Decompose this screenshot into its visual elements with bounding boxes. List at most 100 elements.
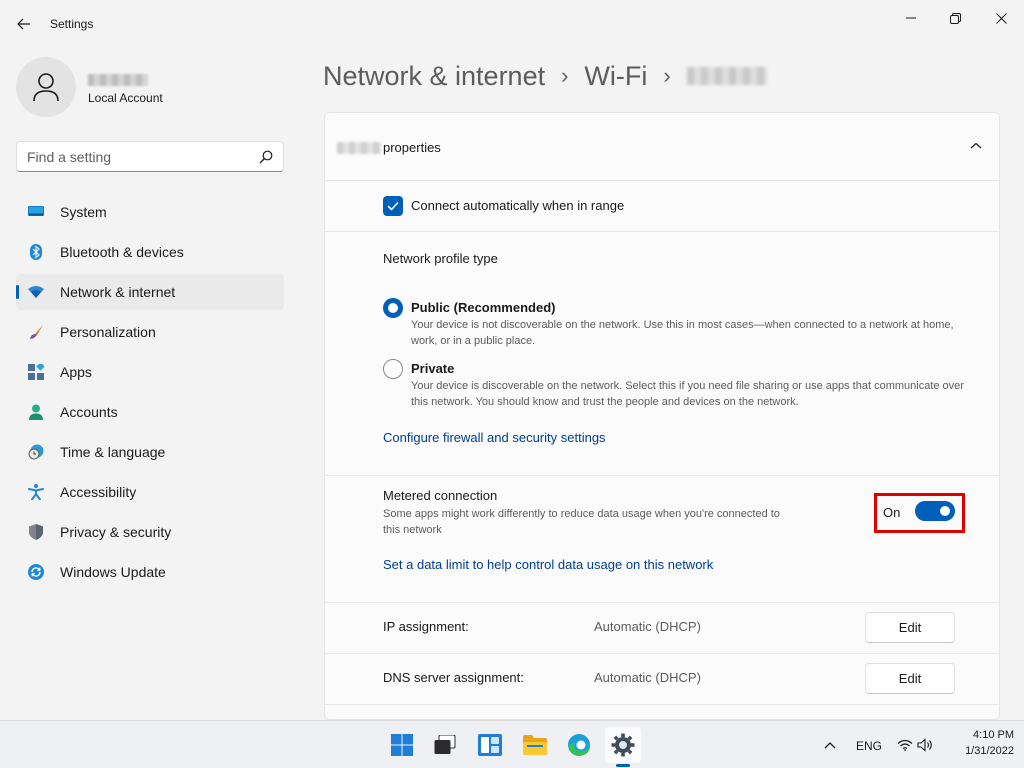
sidebar-item-label: Network & internet xyxy=(60,284,176,300)
title-bar: Settings xyxy=(0,0,1024,48)
search-input[interactable] xyxy=(17,142,252,171)
breadcrumb-network-internet[interactable]: Network & internet xyxy=(323,61,545,92)
avatar[interactable] xyxy=(16,57,76,117)
app-title: Settings xyxy=(50,17,94,31)
search-icon[interactable] xyxy=(259,150,273,164)
sidebar-item-label: System xyxy=(60,204,107,220)
network-name-redacted xyxy=(337,142,381,154)
task-view-icon xyxy=(434,735,456,754)
firewall-settings-link[interactable]: Configure firewall and security settings xyxy=(383,430,606,445)
quick-settings-button[interactable] xyxy=(892,727,938,763)
sidebar-item-windows-update[interactable]: Windows Update xyxy=(16,554,284,590)
close-button[interactable] xyxy=(978,4,1024,32)
clock-date: 1/31/2022 xyxy=(965,745,1014,757)
network-properties-card: properties Connect automatically when in… xyxy=(324,112,1000,720)
sidebar-item-label: Windows Update xyxy=(60,564,166,580)
accessibility-icon xyxy=(28,484,44,500)
breadcrumb: Network & internet › Wi-Fi › xyxy=(323,58,767,94)
person-icon xyxy=(33,73,59,102)
sidebar-item-privacy-security[interactable]: Privacy & security xyxy=(16,514,284,550)
clock[interactable]: 4:10 PM 1/31/2022 xyxy=(944,729,1014,761)
widgets-icon xyxy=(478,734,502,756)
account-type: Local Account xyxy=(88,91,163,105)
show-hidden-icons-button[interactable] xyxy=(816,727,844,763)
sidebar-item-time-language[interactable]: Time & language xyxy=(16,434,284,470)
sidebar-item-system[interactable]: System xyxy=(16,194,284,230)
taskbar: ENG 4:10 PM 1/31/2022 xyxy=(0,720,1024,768)
active-app-indicator xyxy=(616,764,630,767)
search-box[interactable] xyxy=(16,141,284,172)
widgets-button[interactable] xyxy=(472,727,508,763)
minimize-icon xyxy=(906,17,916,19)
sidebar-item-accessibility[interactable]: Accessibility xyxy=(16,474,284,510)
metered-connection-toggle[interactable] xyxy=(915,501,955,521)
ip-assignment-value: Automatic (DHCP) xyxy=(594,619,701,634)
update-icon xyxy=(28,564,44,580)
input-language[interactable]: ENG xyxy=(856,739,882,753)
dns-assignment-value: Automatic (DHCP) xyxy=(594,670,701,685)
chevron-up-icon xyxy=(824,742,836,749)
minimize-button[interactable] xyxy=(888,4,934,32)
task-view-button[interactable] xyxy=(427,727,463,763)
edge-button[interactable] xyxy=(561,727,597,763)
wifi-icon xyxy=(28,284,44,300)
metered-connection-description: Some apps might work differently to redu… xyxy=(383,508,780,536)
metered-toggle-state: On xyxy=(883,505,901,520)
start-button[interactable] xyxy=(384,727,420,763)
dns-assignment-label: DNS server assignment: xyxy=(383,670,524,685)
radio-private-label[interactable]: Private xyxy=(411,361,454,376)
wifi-icon xyxy=(897,739,913,751)
ip-assignment-label: IP assignment: xyxy=(383,619,469,634)
sidebar-item-label: Apps xyxy=(60,364,92,380)
radio-public-description: Your device is not discoverable on the n… xyxy=(411,319,954,347)
sidebar-item-bluetooth[interactable]: Bluetooth & devices xyxy=(16,234,284,270)
restore-button[interactable] xyxy=(932,4,978,32)
back-button[interactable] xyxy=(10,10,38,38)
person-icon xyxy=(28,404,44,420)
sidebar-item-network[interactable]: Network & internet xyxy=(16,274,284,310)
profile-type-title: Network profile type xyxy=(383,251,498,266)
sidebar-item-label: Personalization xyxy=(60,324,156,340)
folder-icon xyxy=(523,735,547,755)
breadcrumb-network-name-redacted xyxy=(686,67,767,85)
metered-connection-title: Metered connection xyxy=(383,488,498,503)
account-name-redacted xyxy=(88,74,148,86)
radio-public-label[interactable]: Public (Recommended) xyxy=(411,300,555,315)
restore-icon xyxy=(949,12,961,24)
sidebar-item-apps[interactable]: Apps xyxy=(16,354,284,390)
apps-icon xyxy=(28,364,44,380)
radio-public[interactable] xyxy=(383,298,403,318)
breadcrumb-wifi[interactable]: Wi-Fi xyxy=(584,61,647,92)
volume-icon xyxy=(917,738,932,752)
ip-assignment-edit-button[interactable]: Edit xyxy=(865,612,955,643)
dns-assignment-edit-button[interactable]: Edit xyxy=(865,663,955,694)
sidebar-item-accounts[interactable]: Accounts xyxy=(16,394,284,430)
auto-connect-label[interactable]: Connect automatically when in range xyxy=(411,198,624,213)
clock-globe-icon xyxy=(28,444,44,460)
clock-time: 4:10 PM xyxy=(973,729,1014,741)
divider xyxy=(325,704,999,705)
radio-private[interactable] xyxy=(383,359,403,379)
auto-connect-checkbox[interactable] xyxy=(383,196,403,216)
bluetooth-icon xyxy=(28,244,44,260)
settings-taskbar-button[interactable] xyxy=(605,727,641,763)
sidebar-item-label: Accounts xyxy=(60,404,118,420)
edge-browser-icon xyxy=(568,734,590,756)
properties-header[interactable]: properties xyxy=(325,113,999,181)
breadcrumb-separator: › xyxy=(663,63,671,88)
data-limit-link[interactable]: Set a data limit to help control data us… xyxy=(383,557,713,572)
back-arrow-icon xyxy=(17,18,30,30)
breadcrumb-separator: › xyxy=(561,63,569,88)
file-explorer-button[interactable] xyxy=(517,727,553,763)
sidebar-item-label: Accessibility xyxy=(60,484,137,500)
sidebar-item-label: Privacy & security xyxy=(60,524,172,540)
windows-logo-icon xyxy=(391,734,413,756)
sidebar-item-personalization[interactable]: Personalization xyxy=(16,314,284,350)
sidebar-item-label: Time & language xyxy=(60,444,166,460)
divider xyxy=(325,475,999,476)
chevron-up-icon[interactable] xyxy=(969,141,983,151)
properties-header-label: properties xyxy=(383,140,441,155)
divider xyxy=(325,602,999,603)
close-icon xyxy=(995,12,1007,24)
sidebar-nav: System Bluetooth & devices Network & int… xyxy=(16,194,284,594)
